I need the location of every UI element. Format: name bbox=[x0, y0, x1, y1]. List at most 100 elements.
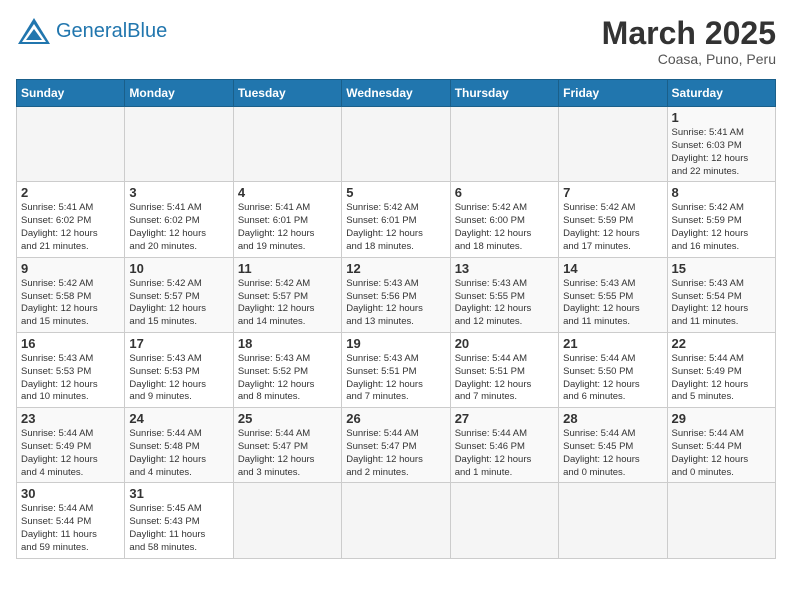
calendar-cell: 15 Sunrise: 5:43 AM Sunset: 5:54 PM Dayli… bbox=[667, 257, 775, 332]
calendar-cell bbox=[450, 107, 558, 182]
calendar-cell: 11Sunrise: 5:42 AM Sunset: 5:57 PM Dayli… bbox=[233, 257, 341, 332]
day-number: 30 bbox=[21, 486, 120, 501]
day-info: Sunrise: 5:43 AM Sunset: 5:53 PM Dayligh… bbox=[129, 353, 228, 404]
calendar-week-3: 9 Sunrise: 5:42 AM Sunset: 5:58 PM Daylig… bbox=[17, 257, 776, 332]
calendar-cell: 14Sunrise: 5:43 AM Sunset: 5:55 PM Dayli… bbox=[559, 257, 667, 332]
day-info: Sunrise: 5:44 AM Sunset: 5:46 PM Dayligh… bbox=[455, 428, 554, 479]
calendar-cell: 27Sunrise: 5:44 AM Sunset: 5:46 PM Dayli… bbox=[450, 408, 558, 483]
day-number: 11 bbox=[238, 261, 337, 276]
day-number: 10 bbox=[129, 261, 228, 276]
day-info: Sunrise: 5:45 AM Sunset: 5:43 PM Dayligh… bbox=[129, 503, 228, 554]
day-info: Sunrise: 5:43 AM Sunset: 5:56 PM Dayligh… bbox=[346, 278, 445, 329]
day-number: 21 bbox=[563, 336, 662, 351]
day-number: 1 bbox=[672, 110, 771, 125]
calendar-cell: 21 Sunrise: 5:44 AM Sunset: 5:50 PM Dayli… bbox=[559, 332, 667, 407]
calendar-cell: 12 Sunrise: 5:43 AM Sunset: 5:56 PM Dayli… bbox=[342, 257, 450, 332]
day-info: Sunrise: 5:41 AM Sunset: 6:03 PM Dayligh… bbox=[672, 127, 771, 178]
calendar-cell bbox=[125, 107, 233, 182]
day-number: 13 bbox=[455, 261, 554, 276]
day-number: 25 bbox=[238, 411, 337, 426]
calendar-cell bbox=[17, 107, 125, 182]
day-info: Sunrise: 5:41 AM Sunset: 6:02 PM Dayligh… bbox=[21, 202, 120, 253]
calendar-cell: 26Sunrise: 5:44 AM Sunset: 5:47 PM Dayli… bbox=[342, 408, 450, 483]
day-number: 23 bbox=[21, 411, 120, 426]
calendar-cell: 20 Sunrise: 5:44 AM Sunset: 5:51 PM Dayli… bbox=[450, 332, 558, 407]
day-number: 19 bbox=[346, 336, 445, 351]
day-number: 22 bbox=[672, 336, 771, 351]
calendar-week-2: 2 Sunrise: 5:41 AM Sunset: 6:02 PM Daylig… bbox=[17, 182, 776, 257]
day-info: Sunrise: 5:44 AM Sunset: 5:48 PM Dayligh… bbox=[129, 428, 228, 479]
page-header: GeneralBlue March 2025 Coasa, Puno, Peru bbox=[16, 16, 776, 67]
day-info: Sunrise: 5:42 AM Sunset: 6:00 PM Dayligh… bbox=[455, 202, 554, 253]
calendar-cell: 3 Sunrise: 5:41 AM Sunset: 6:02 PM Daylig… bbox=[125, 182, 233, 257]
day-info: Sunrise: 5:44 AM Sunset: 5:44 PM Dayligh… bbox=[672, 428, 771, 479]
day-number: 14 bbox=[563, 261, 662, 276]
day-number: 24 bbox=[129, 411, 228, 426]
day-info: Sunrise: 5:42 AM Sunset: 5:58 PM Dayligh… bbox=[21, 278, 120, 329]
weekday-header-row: SundayMondayTuesdayWednesdayThursdayFrid… bbox=[17, 80, 776, 107]
day-info: Sunrise: 5:44 AM Sunset: 5:45 PM Dayligh… bbox=[563, 428, 662, 479]
day-info: Sunrise: 5:44 AM Sunset: 5:49 PM Dayligh… bbox=[672, 353, 771, 404]
calendar-week-6: 30 Sunrise: 5:44 AM Sunset: 5:44 PM Dayli… bbox=[17, 483, 776, 558]
calendar-cell bbox=[559, 107, 667, 182]
day-number: 12 bbox=[346, 261, 445, 276]
day-info: Sunrise: 5:43 AM Sunset: 5:54 PM Dayligh… bbox=[672, 278, 771, 329]
title-block: March 2025 Coasa, Puno, Peru bbox=[602, 16, 776, 67]
day-number: 8 bbox=[672, 185, 771, 200]
calendar-cell bbox=[450, 483, 558, 558]
day-number: 18 bbox=[238, 336, 337, 351]
calendar-week-4: 16 Sunrise: 5:43 AM Sunset: 5:53 PM Dayli… bbox=[17, 332, 776, 407]
logo: GeneralBlue bbox=[16, 16, 167, 46]
calendar-cell bbox=[342, 107, 450, 182]
calendar-cell: 13 Sunrise: 5:43 AM Sunset: 5:55 PM Dayli… bbox=[450, 257, 558, 332]
day-number: 15 bbox=[672, 261, 771, 276]
day-number: 29 bbox=[672, 411, 771, 426]
calendar-cell bbox=[667, 483, 775, 558]
day-info: Sunrise: 5:44 AM Sunset: 5:44 PM Dayligh… bbox=[21, 503, 120, 554]
logo-text: GeneralBlue bbox=[56, 21, 167, 41]
day-info: Sunrise: 5:43 AM Sunset: 5:51 PM Dayligh… bbox=[346, 353, 445, 404]
calendar-week-5: 23Sunrise: 5:44 AM Sunset: 5:49 PM Dayli… bbox=[17, 408, 776, 483]
day-info: Sunrise: 5:43 AM Sunset: 5:55 PM Dayligh… bbox=[455, 278, 554, 329]
calendar-cell: 24 Sunrise: 5:44 AM Sunset: 5:48 PM Dayli… bbox=[125, 408, 233, 483]
calendar-cell bbox=[233, 107, 341, 182]
calendar-cell: 18Sunrise: 5:43 AM Sunset: 5:52 PM Dayli… bbox=[233, 332, 341, 407]
weekday-header-saturday: Saturday bbox=[667, 80, 775, 107]
day-number: 2 bbox=[21, 185, 120, 200]
month-title: March 2025 bbox=[602, 16, 776, 51]
day-number: 6 bbox=[455, 185, 554, 200]
day-number: 20 bbox=[455, 336, 554, 351]
calendar-cell bbox=[342, 483, 450, 558]
calendar-week-1: 1 Sunrise: 5:41 AM Sunset: 6:03 PM Daylig… bbox=[17, 107, 776, 182]
calendar-cell: 16 Sunrise: 5:43 AM Sunset: 5:53 PM Dayli… bbox=[17, 332, 125, 407]
calendar-cell: 30 Sunrise: 5:44 AM Sunset: 5:44 PM Dayli… bbox=[17, 483, 125, 558]
calendar-cell: 17Sunrise: 5:43 AM Sunset: 5:53 PM Dayli… bbox=[125, 332, 233, 407]
day-number: 28 bbox=[563, 411, 662, 426]
day-info: Sunrise: 5:41 AM Sunset: 6:02 PM Dayligh… bbox=[129, 202, 228, 253]
day-info: Sunrise: 5:44 AM Sunset: 5:47 PM Dayligh… bbox=[238, 428, 337, 479]
weekday-header-monday: Monday bbox=[125, 80, 233, 107]
day-info: Sunrise: 5:44 AM Sunset: 5:51 PM Dayligh… bbox=[455, 353, 554, 404]
day-number: 16 bbox=[21, 336, 120, 351]
day-number: 26 bbox=[346, 411, 445, 426]
day-number: 31 bbox=[129, 486, 228, 501]
calendar-cell: 22 Sunrise: 5:44 AM Sunset: 5:49 PM Dayli… bbox=[667, 332, 775, 407]
calendar-cell: 28 Sunrise: 5:44 AM Sunset: 5:45 PM Dayli… bbox=[559, 408, 667, 483]
day-number: 3 bbox=[129, 185, 228, 200]
day-number: 5 bbox=[346, 185, 445, 200]
day-number: 9 bbox=[21, 261, 120, 276]
day-info: Sunrise: 5:43 AM Sunset: 5:53 PM Dayligh… bbox=[21, 353, 120, 404]
calendar-cell: 6 Sunrise: 5:42 AM Sunset: 6:00 PM Daylig… bbox=[450, 182, 558, 257]
calendar-cell bbox=[559, 483, 667, 558]
calendar-cell: 23Sunrise: 5:44 AM Sunset: 5:49 PM Dayli… bbox=[17, 408, 125, 483]
calendar-cell: 29 Sunrise: 5:44 AM Sunset: 5:44 PM Dayli… bbox=[667, 408, 775, 483]
location: Coasa, Puno, Peru bbox=[602, 51, 776, 67]
weekday-header-tuesday: Tuesday bbox=[233, 80, 341, 107]
logo-icon bbox=[16, 16, 52, 46]
day-info: Sunrise: 5:44 AM Sunset: 5:50 PM Dayligh… bbox=[563, 353, 662, 404]
day-info: Sunrise: 5:42 AM Sunset: 5:59 PM Dayligh… bbox=[672, 202, 771, 253]
calendar-cell: 4Sunrise: 5:41 AM Sunset: 6:01 PM Daylig… bbox=[233, 182, 341, 257]
calendar-cell: 1 Sunrise: 5:41 AM Sunset: 6:03 PM Daylig… bbox=[667, 107, 775, 182]
calendar-cell: 31 Sunrise: 5:45 AM Sunset: 5:43 PM Dayli… bbox=[125, 483, 233, 558]
day-info: Sunrise: 5:42 AM Sunset: 5:59 PM Dayligh… bbox=[563, 202, 662, 253]
